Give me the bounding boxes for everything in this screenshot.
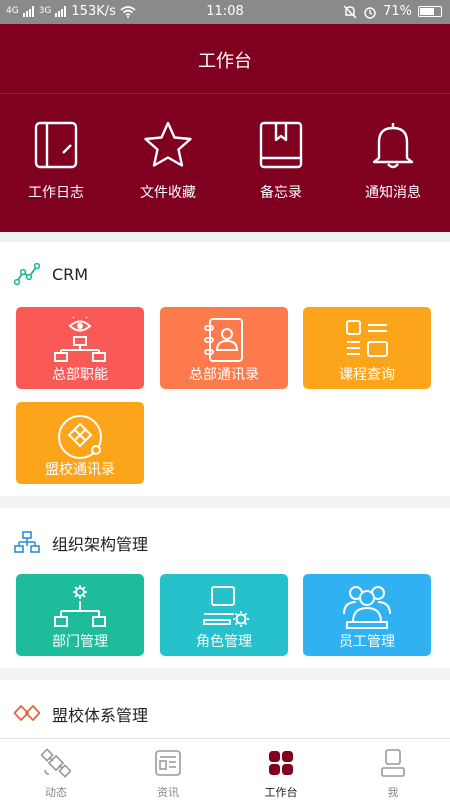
quick-action-label: 备忘录 xyxy=(260,185,302,201)
org-chart-icon xyxy=(14,531,40,553)
tile-label: 课程查询 xyxy=(339,367,395,383)
tile-staff-management[interactable]: 员工管理 xyxy=(303,574,431,656)
league-section-header: 盟校体系管理 xyxy=(14,702,148,726)
star-icon xyxy=(144,121,192,167)
tile-role-management[interactable]: 角色管理 xyxy=(160,574,288,656)
quick-action-memo[interactable]: 备忘录 xyxy=(225,120,337,202)
address-book-icon xyxy=(204,318,243,362)
diamond-pair-icon xyxy=(14,704,40,722)
quick-action-notifications[interactable]: 通知消息 xyxy=(337,120,449,202)
tab-label: 工作台 xyxy=(264,786,298,799)
section-title: CRM xyxy=(52,264,89,284)
org-section-header: 组织架构管理 xyxy=(14,531,148,555)
section-title: 盟校体系管理 xyxy=(52,706,149,725)
section-title: 组织架构管理 xyxy=(52,535,149,554)
tile-label: 总部通讯录 xyxy=(189,367,259,383)
quick-action-file-favorites[interactable]: 文件收藏 xyxy=(112,120,224,202)
tab-workbench[interactable]: 工作台 xyxy=(225,739,337,800)
tab-me[interactable]: 我 xyxy=(337,739,449,800)
tile-hq-functions[interactable]: 总部职能 xyxy=(16,307,144,389)
tab-label: 我 xyxy=(387,786,399,799)
league-badge-icon xyxy=(58,415,102,459)
battery-percent: 71% xyxy=(383,4,412,19)
header-divider xyxy=(0,93,450,94)
bell-icon xyxy=(372,123,414,169)
news-icon xyxy=(155,750,181,776)
quick-action-work-log[interactable]: 工作日志 xyxy=(0,120,112,202)
crm-section-header: CRM xyxy=(14,263,88,285)
trend-line-icon xyxy=(14,263,40,285)
quick-action-label: 通知消息 xyxy=(365,185,421,201)
mute-icon xyxy=(343,5,357,18)
staff-group-icon xyxy=(343,586,391,629)
tab-label: 资讯 xyxy=(157,786,179,799)
tile-hq-contacts[interactable]: 总部通讯录 xyxy=(160,307,288,389)
book-icon xyxy=(259,121,303,169)
tile-course-query[interactable]: 课程查询 xyxy=(303,307,431,389)
tile-label: 员工管理 xyxy=(339,634,395,650)
satellite-icon xyxy=(41,748,71,778)
status-bar: 4G 3G 153K/s 11:08 71% xyxy=(0,0,450,24)
user-profile-icon xyxy=(381,749,405,777)
tab-activity[interactable]: 动态 xyxy=(0,739,112,800)
tab-label: 动态 xyxy=(45,786,67,799)
quick-action-label: 文件收藏 xyxy=(140,185,196,201)
workbench-grid-icon xyxy=(269,751,293,775)
notebook-icon xyxy=(34,121,78,169)
tile-label: 盟校通讯录 xyxy=(45,462,115,478)
league-system-section: 盟校体系管理 xyxy=(0,680,450,738)
org-section: 组织架构管理 部门管理 角色管理 员工管理 xyxy=(0,508,450,668)
tile-label: 部门管理 xyxy=(52,634,108,650)
crm-section: CRM 总部职能 总部通讯录 课程查询 盟校通讯录 xyxy=(0,242,450,496)
battery-icon xyxy=(418,6,442,17)
role-settings-icon xyxy=(203,586,249,627)
tile-label: 角色管理 xyxy=(196,634,252,650)
page-title: 工作台 xyxy=(198,51,252,72)
tile-department-management[interactable]: 部门管理 xyxy=(16,574,144,656)
tab-news[interactable]: 资讯 xyxy=(112,739,224,800)
eye-org-icon xyxy=(54,317,106,362)
alarm-icon xyxy=(364,6,376,19)
department-icon xyxy=(54,585,106,627)
tile-label: 总部职能 xyxy=(52,367,108,383)
workbench-header: 工作台 工作日志 文件收藏 备忘录 通知消息 xyxy=(0,24,450,232)
quick-action-label: 工作日志 xyxy=(28,185,84,201)
bottom-tab-bar: 动态 资讯 工作台 我 xyxy=(0,738,450,800)
tile-league-contacts[interactable]: 盟校通讯录 xyxy=(16,402,144,484)
course-list-icon xyxy=(346,320,388,357)
